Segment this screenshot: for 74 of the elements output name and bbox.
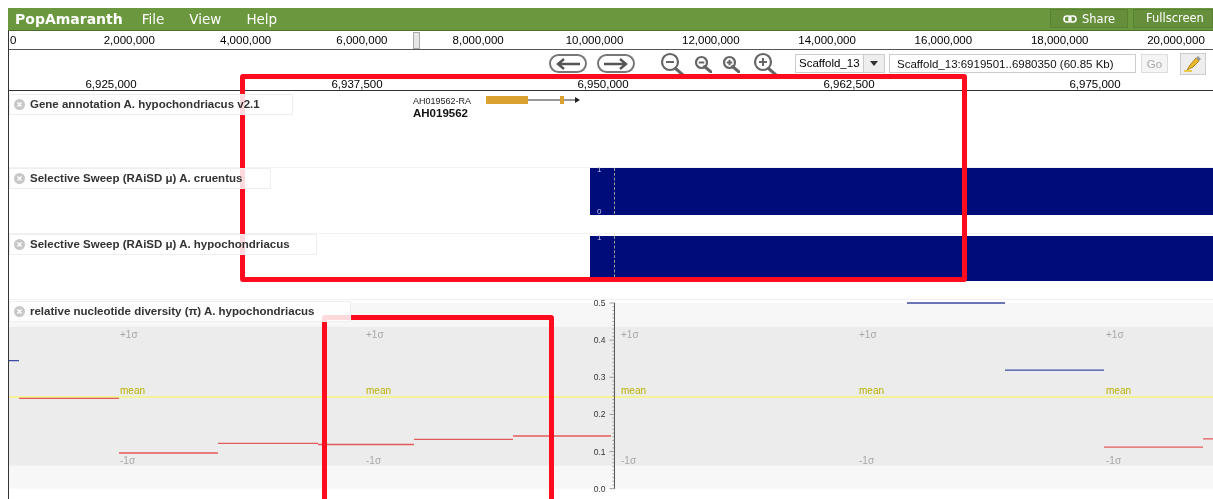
ruler-label: 14,000,000: [798, 34, 856, 46]
right-arrow-icon: [603, 57, 629, 70]
track-label[interactable]: relative nucleotide diversity (π) A. hypochondriacus: [9, 301, 351, 322]
zoom-out-icon: [660, 51, 684, 76]
axis-label: 1: [597, 233, 602, 242]
band-label: -1σ: [859, 454, 875, 466]
overview-ruler[interactable]: 0 2,000,000 4,000,000 6,000,000 8,000,000 10,000,000 12,000,000 14,000,000 16,000,000 18,000,000 20,000,000: [9, 31, 1213, 50]
detail-ruler[interactable]: 6,925,000 6,937,500 6,950,000 6,962,500 6,975,000: [9, 77, 1213, 91]
axis-label: 0.4: [593, 335, 606, 346]
zoom-out-icon: [694, 54, 712, 73]
band-label: -1σ: [120, 454, 136, 466]
ruler-label: 6,962,500: [823, 78, 875, 90]
band-label: -1σ: [366, 454, 382, 466]
location-field[interactable]: Scaffold_13:6919501..6980350 (60.85 Kb): [889, 54, 1136, 73]
pan-right-button[interactable]: [597, 54, 635, 73]
feature-label: AH019562: [413, 107, 468, 119]
ruler-label: 6,950,000: [577, 78, 629, 90]
position-marker[interactable]: [413, 32, 420, 49]
track-name: Selective Sweep (RAiSD μ) A. hypochondriacus: [30, 238, 290, 250]
feature-name: AH019562-RA: [413, 96, 472, 106]
ruler-label: 6,000,000: [336, 34, 388, 46]
track-label[interactable]: Gene annotation A. hypochondriacus v2.1: [9, 94, 293, 115]
app-title: PopAmaranth: [15, 11, 123, 27]
zoom-in-icon: [722, 54, 740, 73]
zoom-in-button[interactable]: [753, 51, 777, 76]
axis-label: 0.3: [593, 372, 606, 383]
share-button[interactable]: Share: [1050, 9, 1128, 28]
mean-label: mean: [120, 384, 145, 396]
axis-label: 0.1: [593, 446, 606, 457]
link-icon: [1063, 14, 1077, 23]
reference-dropdown[interactable]: Scaffold_13: [795, 54, 885, 73]
axis-label: 1: [597, 165, 602, 174]
band-label: -1σ: [1106, 454, 1122, 466]
ruler-label: 16,000,000: [914, 34, 973, 46]
band-label: +1σ: [366, 328, 384, 340]
ruler-label: 8,000,000: [452, 34, 504, 46]
ruler-label: 0: [10, 34, 17, 46]
track-name: relative nucleotide diversity (π) A. hypochondriacus: [30, 305, 315, 317]
highlight-button[interactable]: [1180, 52, 1206, 75]
axis-label: 0.0: [593, 483, 606, 492]
mean-label: mean: [1106, 384, 1131, 396]
band-label: +1σ: [120, 328, 138, 340]
zoom-in-button[interactable]: [722, 54, 740, 73]
axis-label: 0: [597, 207, 602, 216]
mean-label: mean: [859, 384, 884, 396]
mean-label: mean: [366, 384, 391, 396]
band-label: +1σ: [859, 328, 877, 340]
pan-left-button[interactable]: [549, 54, 587, 73]
left-arrow-icon: [555, 57, 581, 70]
ruler-label: 2,000,000: [103, 34, 155, 46]
axis-label: 0.2: [593, 409, 606, 420]
mean-label: mean: [621, 384, 646, 396]
band-label: +1σ: [1106, 328, 1124, 340]
track-label[interactable]: Selective Sweep (RAiSD μ) A. cruentus: [9, 168, 271, 189]
zoom-out-button[interactable]: [660, 51, 684, 76]
highlighter-icon: [1184, 55, 1202, 72]
zoom-in-icon: [753, 51, 777, 76]
track-label[interactable]: Selective Sweep (RAiSD μ) A. hypochondriacus: [9, 234, 317, 255]
axis-label: 0.5: [593, 300, 606, 308]
ruler-label: 6,937,500: [331, 78, 383, 90]
ruler-label: 20,000,000: [1147, 34, 1205, 46]
band-label: -1σ: [621, 454, 637, 466]
ruler-label: 4,000,000: [220, 34, 272, 46]
ruler-label: 6,975,000: [1069, 78, 1121, 90]
ruler-label: 12,000,000: [682, 34, 740, 46]
track-name: Gene annotation A. hypochondriacus v2.1: [30, 98, 260, 110]
track-name: Selective Sweep (RAiSD μ) A. cruentus: [30, 172, 243, 184]
band-label: +1σ: [621, 328, 639, 340]
ruler-label: 10,000,000: [565, 34, 624, 46]
zoom-out-button[interactable]: [694, 54, 712, 73]
caret-icon: [870, 61, 878, 66]
fullscreen-button[interactable]: Fullscreen: [1133, 9, 1213, 28]
ruler-label: 18,000,000: [1030, 34, 1089, 46]
ruler-label: 6,925,000: [85, 78, 137, 90]
